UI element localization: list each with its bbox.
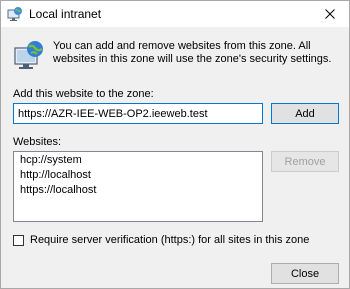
add-website-label: Add this website to the zone: <box>13 88 154 100</box>
websites-list[interactable]: hcp://system http://localhost https://lo… <box>13 151 263 222</box>
server-verification-checkbox[interactable] <box>13 234 24 246</box>
remove-button[interactable]: Remove <box>271 151 339 172</box>
server-verification-row[interactable]: Require server verification (https:) for… <box>13 234 309 246</box>
window-title: Local intranet <box>29 7 102 21</box>
close-icon <box>325 9 335 19</box>
server-verification-label: Require server verification (https:) for… <box>30 234 310 246</box>
title-bar: Local intranet <box>1 1 349 27</box>
close-window-button[interactable] <box>317 3 343 25</box>
zone-description: You can add and remove websites from thi… <box>53 40 332 65</box>
websites-label: Websites: <box>13 136 62 148</box>
list-item[interactable]: https://localhost <box>20 183 262 198</box>
close-button[interactable]: Close <box>271 263 339 284</box>
add-button[interactable]: Add <box>271 103 339 124</box>
website-url-input[interactable] <box>13 103 263 124</box>
local-intranet-dialog: Local intranet You can add and remove we… <box>0 0 350 289</box>
list-item[interactable]: http://localhost <box>20 168 262 183</box>
globe-monitor-icon <box>7 7 22 21</box>
list-item[interactable]: hcp://system <box>20 153 262 168</box>
zone-globe-monitor-icon <box>14 41 43 69</box>
